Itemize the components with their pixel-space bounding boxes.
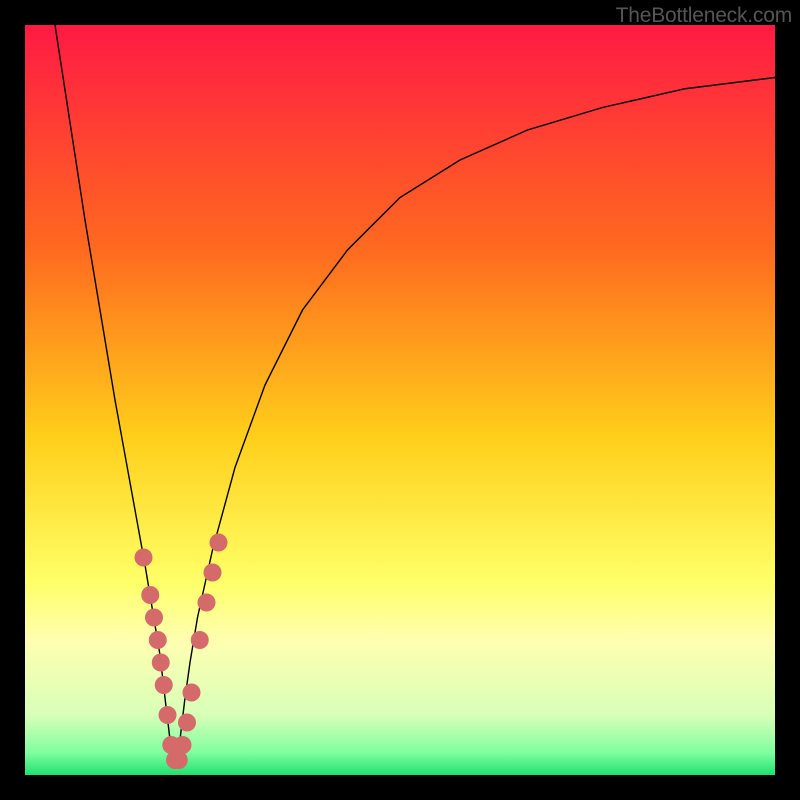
highlight-point	[198, 594, 216, 612]
highlight-point	[135, 549, 153, 567]
highlight-point	[210, 534, 228, 552]
highlight-point	[204, 564, 222, 582]
chart-frame: TheBottleneck.com	[0, 0, 800, 800]
highlight-point	[183, 684, 201, 702]
highlight-point	[178, 714, 196, 732]
chart-svg	[25, 25, 775, 775]
highlight-point	[141, 586, 159, 604]
highlight-point	[191, 631, 209, 649]
highlight-point	[155, 676, 173, 694]
highlight-point	[159, 706, 177, 724]
highlight-point	[174, 736, 192, 754]
gradient-background	[25, 25, 775, 775]
highlight-point	[170, 751, 188, 769]
highlight-point	[145, 609, 163, 627]
highlight-point	[149, 631, 167, 649]
highlight-point	[152, 654, 170, 672]
plot-area	[25, 25, 775, 775]
